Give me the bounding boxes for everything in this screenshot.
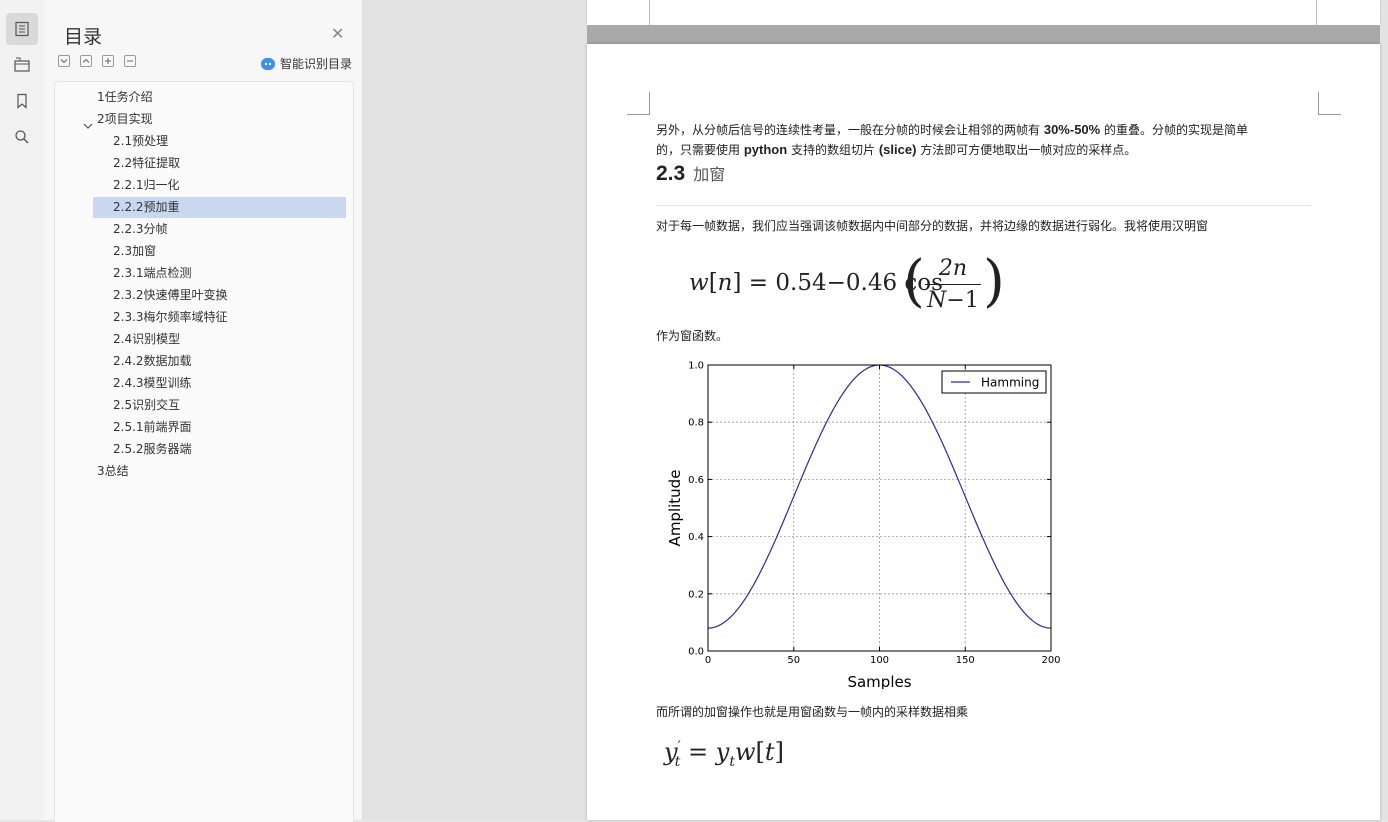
- bookmark-icon[interactable]: [6, 85, 38, 117]
- toc-item[interactable]: 2.5识别交互: [113, 395, 180, 416]
- heading-number: 2.3: [656, 162, 686, 185]
- toc-item[interactable]: 2.5.2服务器端: [113, 439, 192, 460]
- smart-recognize-label: 智能识别目录: [279, 57, 352, 71]
- formula-number: 0.46: [845, 270, 898, 296]
- toc-item[interactable]: 2.2特征提取: [113, 153, 180, 174]
- toc-item[interactable]: 2.2.1归一化: [113, 175, 180, 196]
- toc-item[interactable]: 2.4.2数据加载: [113, 351, 192, 372]
- formula-number: 0.54: [775, 270, 827, 296]
- heading-underline: [656, 205, 1311, 206]
- search-icon[interactable]: [6, 121, 38, 153]
- paragraph-window-fn: 作为窗函数。: [656, 329, 729, 343]
- hamming-formula: w[n] = 0.54−0.46 cos ( 2n N−1 ): [689, 249, 1005, 314]
- text-bold: 30%-50%: [1043, 122, 1101, 137]
- left-icon-rail: [0, 0, 45, 820]
- hamming-window-chart: 0 50 100 150 200 0.0 0.2 0.4 0.6 0.8 1.0 Samples Amp…: [659, 354, 1070, 689]
- heading-2-3: 2.3 加窗: [656, 161, 725, 186]
- toc-item[interactable]: 2.3.2快速傅里叶变换: [113, 285, 228, 306]
- toc-icon[interactable]: [6, 13, 38, 45]
- toc-title: 目录: [64, 26, 103, 48]
- x-axis-label: Samples: [847, 673, 911, 689]
- y-tick-label: 0.6: [688, 475, 704, 486]
- remove-heading-icon[interactable]: [124, 55, 136, 67]
- toc-list: 1任务介绍 2项目实现 2.1预处理 2.2特征提取 2.2.1归一化 2.2.2预加重 2…: [54, 81, 354, 822]
- formula-number: 1: [964, 288, 979, 313]
- paragraph-frame-overlap: 另外，从分帧后信号的连续性考量，一般在分帧的时候会让相邻的两帧有 30%-50%…: [656, 120, 1326, 160]
- previous-page: [587, 0, 1380, 25]
- formula-symbol: t: [764, 738, 775, 766]
- toc-item[interactable]: 2.2.3分帧: [113, 219, 168, 240]
- formula-symbol: n: [717, 270, 733, 296]
- x-tick-label: 50: [787, 655, 800, 666]
- x-tick-label: 100: [870, 655, 889, 666]
- formula-symbol: y: [715, 738, 730, 766]
- paragraph-window-intro: 对于每一帧数据，我们应当强调该帧数据内中间部分的数据，并将边缘的数据进行弱化。我…: [656, 219, 1209, 233]
- x-tick-label: 0: [705, 655, 711, 666]
- y-axis-label: Amplitude: [666, 470, 684, 547]
- x-tick-label: 200: [1041, 655, 1060, 666]
- y-tick-label: 0.8: [688, 418, 704, 429]
- formula-symbol: w: [689, 270, 709, 296]
- toc-item[interactable]: 2.2.2预加重: [93, 197, 346, 218]
- toc-item[interactable]: 2.3.3梅尔频率域特征: [113, 307, 228, 328]
- chevron-down-icon[interactable]: [83, 115, 93, 134]
- y-tick-label: 0.0: [688, 647, 704, 658]
- margin-mark: [1318, 92, 1341, 115]
- text-bold: (slice): [878, 142, 917, 157]
- formula-symbol: N: [927, 288, 947, 313]
- text-run: 的，只需要使用: [656, 143, 741, 157]
- toc-item[interactable]: 2.3.1端点检测: [113, 263, 192, 284]
- toc-item[interactable]: 2.5.1前端界面: [113, 417, 192, 438]
- heading-text: 加窗: [693, 165, 726, 184]
- text-run: 方法即可方便地取出一帧对应的采样点。: [920, 143, 1137, 157]
- text-bold: python: [743, 142, 788, 157]
- add-heading-icon[interactable]: [102, 55, 114, 67]
- toc-item[interactable]: 2.4识别模型: [113, 329, 180, 350]
- toc-item[interactable]: 2项目实现: [97, 109, 153, 130]
- toc-panel: 目录 ✕ 智能识别目录 1任务介绍 2项目实现 2.1预处理 2.2特征提取 2.2.1…: [44, 0, 363, 822]
- formula-numerator: 2n: [938, 256, 968, 281]
- legend-label: Hamming: [981, 376, 1039, 390]
- toc-item[interactable]: 2.4.3模型训练: [113, 373, 192, 394]
- y-tick-label: 1.0: [688, 361, 704, 372]
- chart-background: [659, 354, 1070, 689]
- paragraph-windowing-op: 而所谓的加窗操作也就是用窗函数与一帧内的采样数据相乘: [656, 705, 969, 719]
- toc-item[interactable]: 1任务介绍: [97, 87, 153, 108]
- x-tick-label: 150: [956, 655, 975, 666]
- smart-icon: [260, 57, 275, 70]
- collapse-all-icon[interactable]: [80, 55, 92, 67]
- text-run: 的重叠。分帧的实现是简单: [1104, 123, 1249, 137]
- text-run: 支持的数组切片: [791, 143, 876, 157]
- formula-symbol: w: [734, 738, 756, 766]
- toc-item[interactable]: 3总结: [97, 461, 129, 482]
- nav-pane-icon[interactable]: [6, 49, 38, 81]
- toc-toolbar: [58, 55, 136, 67]
- text-run: 另外，从分帧后信号的连续性考量，一般在分帧的时候会让相邻的两帧有: [656, 123, 1041, 137]
- page-gap: [587, 25, 1380, 44]
- y-tick-label: 0.4: [688, 532, 704, 543]
- toc-item[interactable]: 2.1预处理: [113, 131, 168, 152]
- margin-mark: [627, 92, 650, 115]
- y-tick-label: 0.2: [688, 589, 704, 600]
- formula-symbol: t: [674, 753, 681, 770]
- close-icon[interactable]: ✕: [331, 26, 344, 42]
- expand-all-icon[interactable]: [58, 55, 70, 67]
- smart-recognize-toc-button[interactable]: 智能识别目录: [260, 55, 352, 72]
- toc-item[interactable]: 2.3加窗: [113, 241, 156, 262]
- windowing-formula: y′t = ytw[t]: [664, 738, 784, 770]
